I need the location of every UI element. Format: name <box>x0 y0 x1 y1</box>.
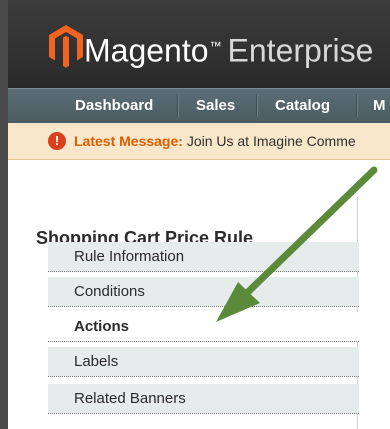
nav-dashboard[interactable]: Dashboard <box>75 89 153 123</box>
alert-icon: ! <box>48 132 66 150</box>
magento-logo-icon[interactable] <box>48 24 84 68</box>
tab-actions[interactable]: Actions <box>48 312 359 342</box>
window-frame <box>0 0 8 429</box>
nav-separator <box>177 95 179 117</box>
tab-rule-information[interactable]: Rule Information <box>48 242 359 272</box>
message-label: Latest Message: <box>74 133 183 149</box>
nav-separator <box>356 95 358 117</box>
tab-conditions[interactable]: Conditions <box>48 277 359 307</box>
latest-message[interactable]: Latest Message: Join Us at Imagine Comme <box>74 131 356 151</box>
tab-labels[interactable]: Labels <box>48 347 359 377</box>
nav-catalog[interactable]: Catalog <box>275 89 330 123</box>
message-text: Join Us at Imagine Comme <box>186 133 356 149</box>
edition-name: Enterprise <box>227 32 374 69</box>
nav-sales[interactable]: Sales <box>196 89 235 123</box>
tab-related-banners[interactable]: Related Banners <box>48 384 359 414</box>
brand-name: Magento™ Enterprise <box>84 32 374 69</box>
nav-separator <box>256 95 258 117</box>
nav-more[interactable]: M <box>373 89 386 123</box>
